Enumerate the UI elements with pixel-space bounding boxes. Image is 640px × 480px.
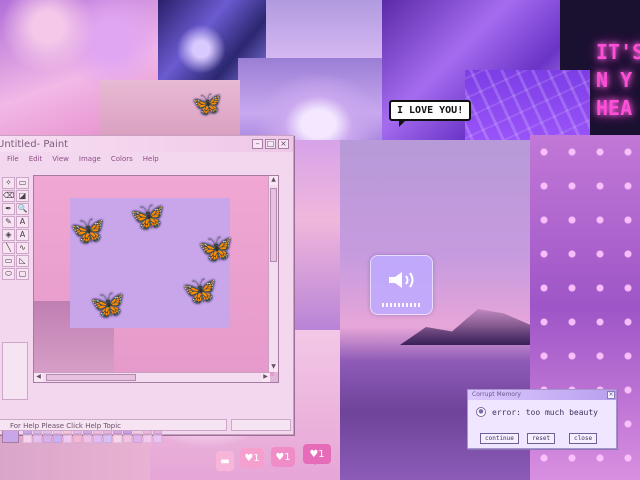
like-notification-badge[interactable]: ♥ 1 [271, 447, 295, 468]
menu-bar: File Edit View Image Colors Help [0, 152, 293, 166]
ellipse-tool-icon[interactable]: ⬭ [2, 268, 15, 280]
butterfly-icon: 🦋 [130, 200, 165, 233]
minimize-button[interactable]: – [252, 139, 263, 149]
palette-swatch[interactable] [133, 434, 142, 443]
like-count: 1 [253, 452, 260, 464]
like-notification-badge[interactable]: ♥ 1 [303, 444, 331, 465]
menu-image[interactable]: Image [79, 155, 101, 163]
palette-swatch[interactable] [53, 434, 62, 443]
chat-notification-badge[interactable]: ▬ [216, 451, 234, 472]
palette-swatch[interactable] [63, 434, 72, 443]
scroll-up-icon[interactable]: ▲ [269, 176, 278, 185]
error-icon: ● [476, 407, 486, 417]
reset-button[interactable]: reset [527, 433, 556, 444]
text-tool-icon[interactable]: A [16, 229, 29, 241]
status-text: For Help Please Click Help Topic [0, 419, 227, 431]
chat-icon: ▬ [220, 455, 230, 467]
rectangle-tool-icon[interactable]: ▭ [2, 255, 15, 267]
volume-popup[interactable] [370, 255, 433, 315]
rect-select-tool-icon[interactable]: ▭ [16, 177, 29, 189]
menu-help[interactable]: Help [143, 155, 159, 163]
dialog-title: Corrupt Memory [472, 391, 521, 398]
heart-icon: ♥ [309, 448, 319, 460]
palette-swatch[interactable] [43, 434, 52, 443]
magnifier-tool-icon[interactable]: 🔍 [16, 203, 29, 215]
palette-swatch[interactable] [103, 434, 112, 443]
vertical-scroll-thumb[interactable] [270, 188, 277, 262]
palette-swatch[interactable] [33, 434, 42, 443]
toolbox: ✧ ▭ ⌫ ◪ ✒ 🔍 ✎ A ◈ A ╲ ∿ ▭ ◺ ⬭ ▢ [2, 177, 30, 347]
scroll-down-icon[interactable]: ▼ [269, 363, 278, 372]
vertical-scrollbar[interactable]: ▲ ▼ [268, 176, 278, 372]
like-count: 1 [318, 448, 325, 460]
canvas-image-butterflies: 🦋 🦋 🦋 🦋 🦋 [70, 198, 233, 328]
neon-line: IT'S [596, 40, 640, 64]
palette-swatch[interactable] [123, 434, 132, 443]
palette-swatch[interactable] [73, 434, 82, 443]
palette-swatch[interactable] [113, 434, 122, 443]
close-button[interactable]: close [569, 433, 598, 444]
paint-window: Untitled- Paint – □ × File Edit View Ima… [0, 135, 295, 443]
paint-titlebar: Untitled- Paint – □ × [0, 136, 293, 152]
window-title: Untitled- Paint [0, 138, 69, 150]
pencil-tool-icon[interactable]: ✎ [2, 216, 15, 228]
scroll-right-icon[interactable]: ▶ [261, 373, 270, 382]
menu-colors[interactable]: Colors [111, 155, 133, 163]
maximize-button[interactable]: □ [265, 139, 276, 149]
eraser-tool-icon[interactable]: ⌫ [2, 190, 15, 202]
free-select-tool-icon[interactable]: ✧ [2, 177, 15, 189]
tool-options-box[interactable] [2, 342, 28, 400]
line-tool-icon[interactable]: ╲ [2, 242, 15, 254]
palette-swatch[interactable] [93, 434, 102, 443]
collage-photo-sky [266, 0, 384, 60]
speech-bubble: I LOVE YOU! [389, 100, 472, 127]
speaker-icon [389, 272, 414, 288]
butterfly-icon: 🦋 [192, 90, 222, 118]
menu-file[interactable]: File [7, 155, 19, 163]
menu-view[interactable]: View [52, 155, 69, 163]
fill-tool-icon[interactable]: ◪ [16, 190, 29, 202]
close-button[interactable]: × [278, 139, 289, 149]
palette-swatch[interactable] [153, 434, 162, 443]
dialog-titlebar: Corrupt Memory × [468, 390, 616, 400]
butterfly-icon: 🦋 [182, 274, 217, 307]
neon-line: N Y [596, 68, 633, 92]
brush-tool-icon[interactable]: A [16, 216, 29, 228]
palette-swatch[interactable] [23, 434, 32, 443]
horizontal-scroll-thumb[interactable] [46, 374, 136, 381]
heart-icon: ♥ [244, 452, 254, 464]
status-bar: For Help Please Click Help Topic [0, 418, 291, 432]
curve-tool-icon[interactable]: ∿ [16, 242, 29, 254]
horizontal-scrollbar[interactable]: ◀ ▶ [34, 372, 270, 382]
heart-icon: ♥ [275, 451, 285, 463]
error-dialog: Corrupt Memory × ● error: too much beaut… [467, 389, 617, 449]
error-message: error: too much beauty [492, 408, 598, 417]
drawing-canvas[interactable]: 🦋 🦋 🦋 🦋 🦋 ▲ ▼ ◀ ▶ [33, 175, 279, 383]
status-coordinates-box [231, 419, 291, 431]
butterfly-icon: 🦋 [70, 214, 105, 247]
airbrush-tool-icon[interactable]: ◈ [2, 229, 15, 241]
volume-level-bar[interactable] [382, 303, 422, 307]
picker-tool-icon[interactable]: ✒ [2, 203, 15, 215]
window-controls: – □ × [252, 139, 289, 149]
like-count: 1 [284, 451, 291, 463]
menu-edit[interactable]: Edit [29, 155, 43, 163]
butterfly-icon: 🦋 [90, 288, 125, 321]
palette-swatch[interactable] [143, 434, 152, 443]
paint-body: ✧ ▭ ⌫ ◪ ✒ 🔍 ✎ A ◈ A ╲ ∿ ▭ ◺ ⬭ ▢ 🦋 🦋 🦋 🦋 … [0, 172, 295, 443]
continue-button[interactable]: continue [480, 433, 519, 444]
like-notification-badge[interactable]: ♥ 1 [240, 448, 264, 469]
dialog-close-icon[interactable]: × [607, 391, 615, 399]
polygon-tool-icon[interactable]: ◺ [16, 255, 29, 267]
rounded-rect-tool-icon[interactable]: ▢ [16, 268, 29, 280]
palette-swatch[interactable] [83, 434, 92, 443]
neon-line: HEA [596, 96, 633, 120]
scroll-left-icon[interactable]: ◀ [34, 373, 43, 382]
butterfly-icon: 🦋 [198, 232, 233, 265]
neon-sign: IT'S N Y HEA [596, 38, 640, 122]
